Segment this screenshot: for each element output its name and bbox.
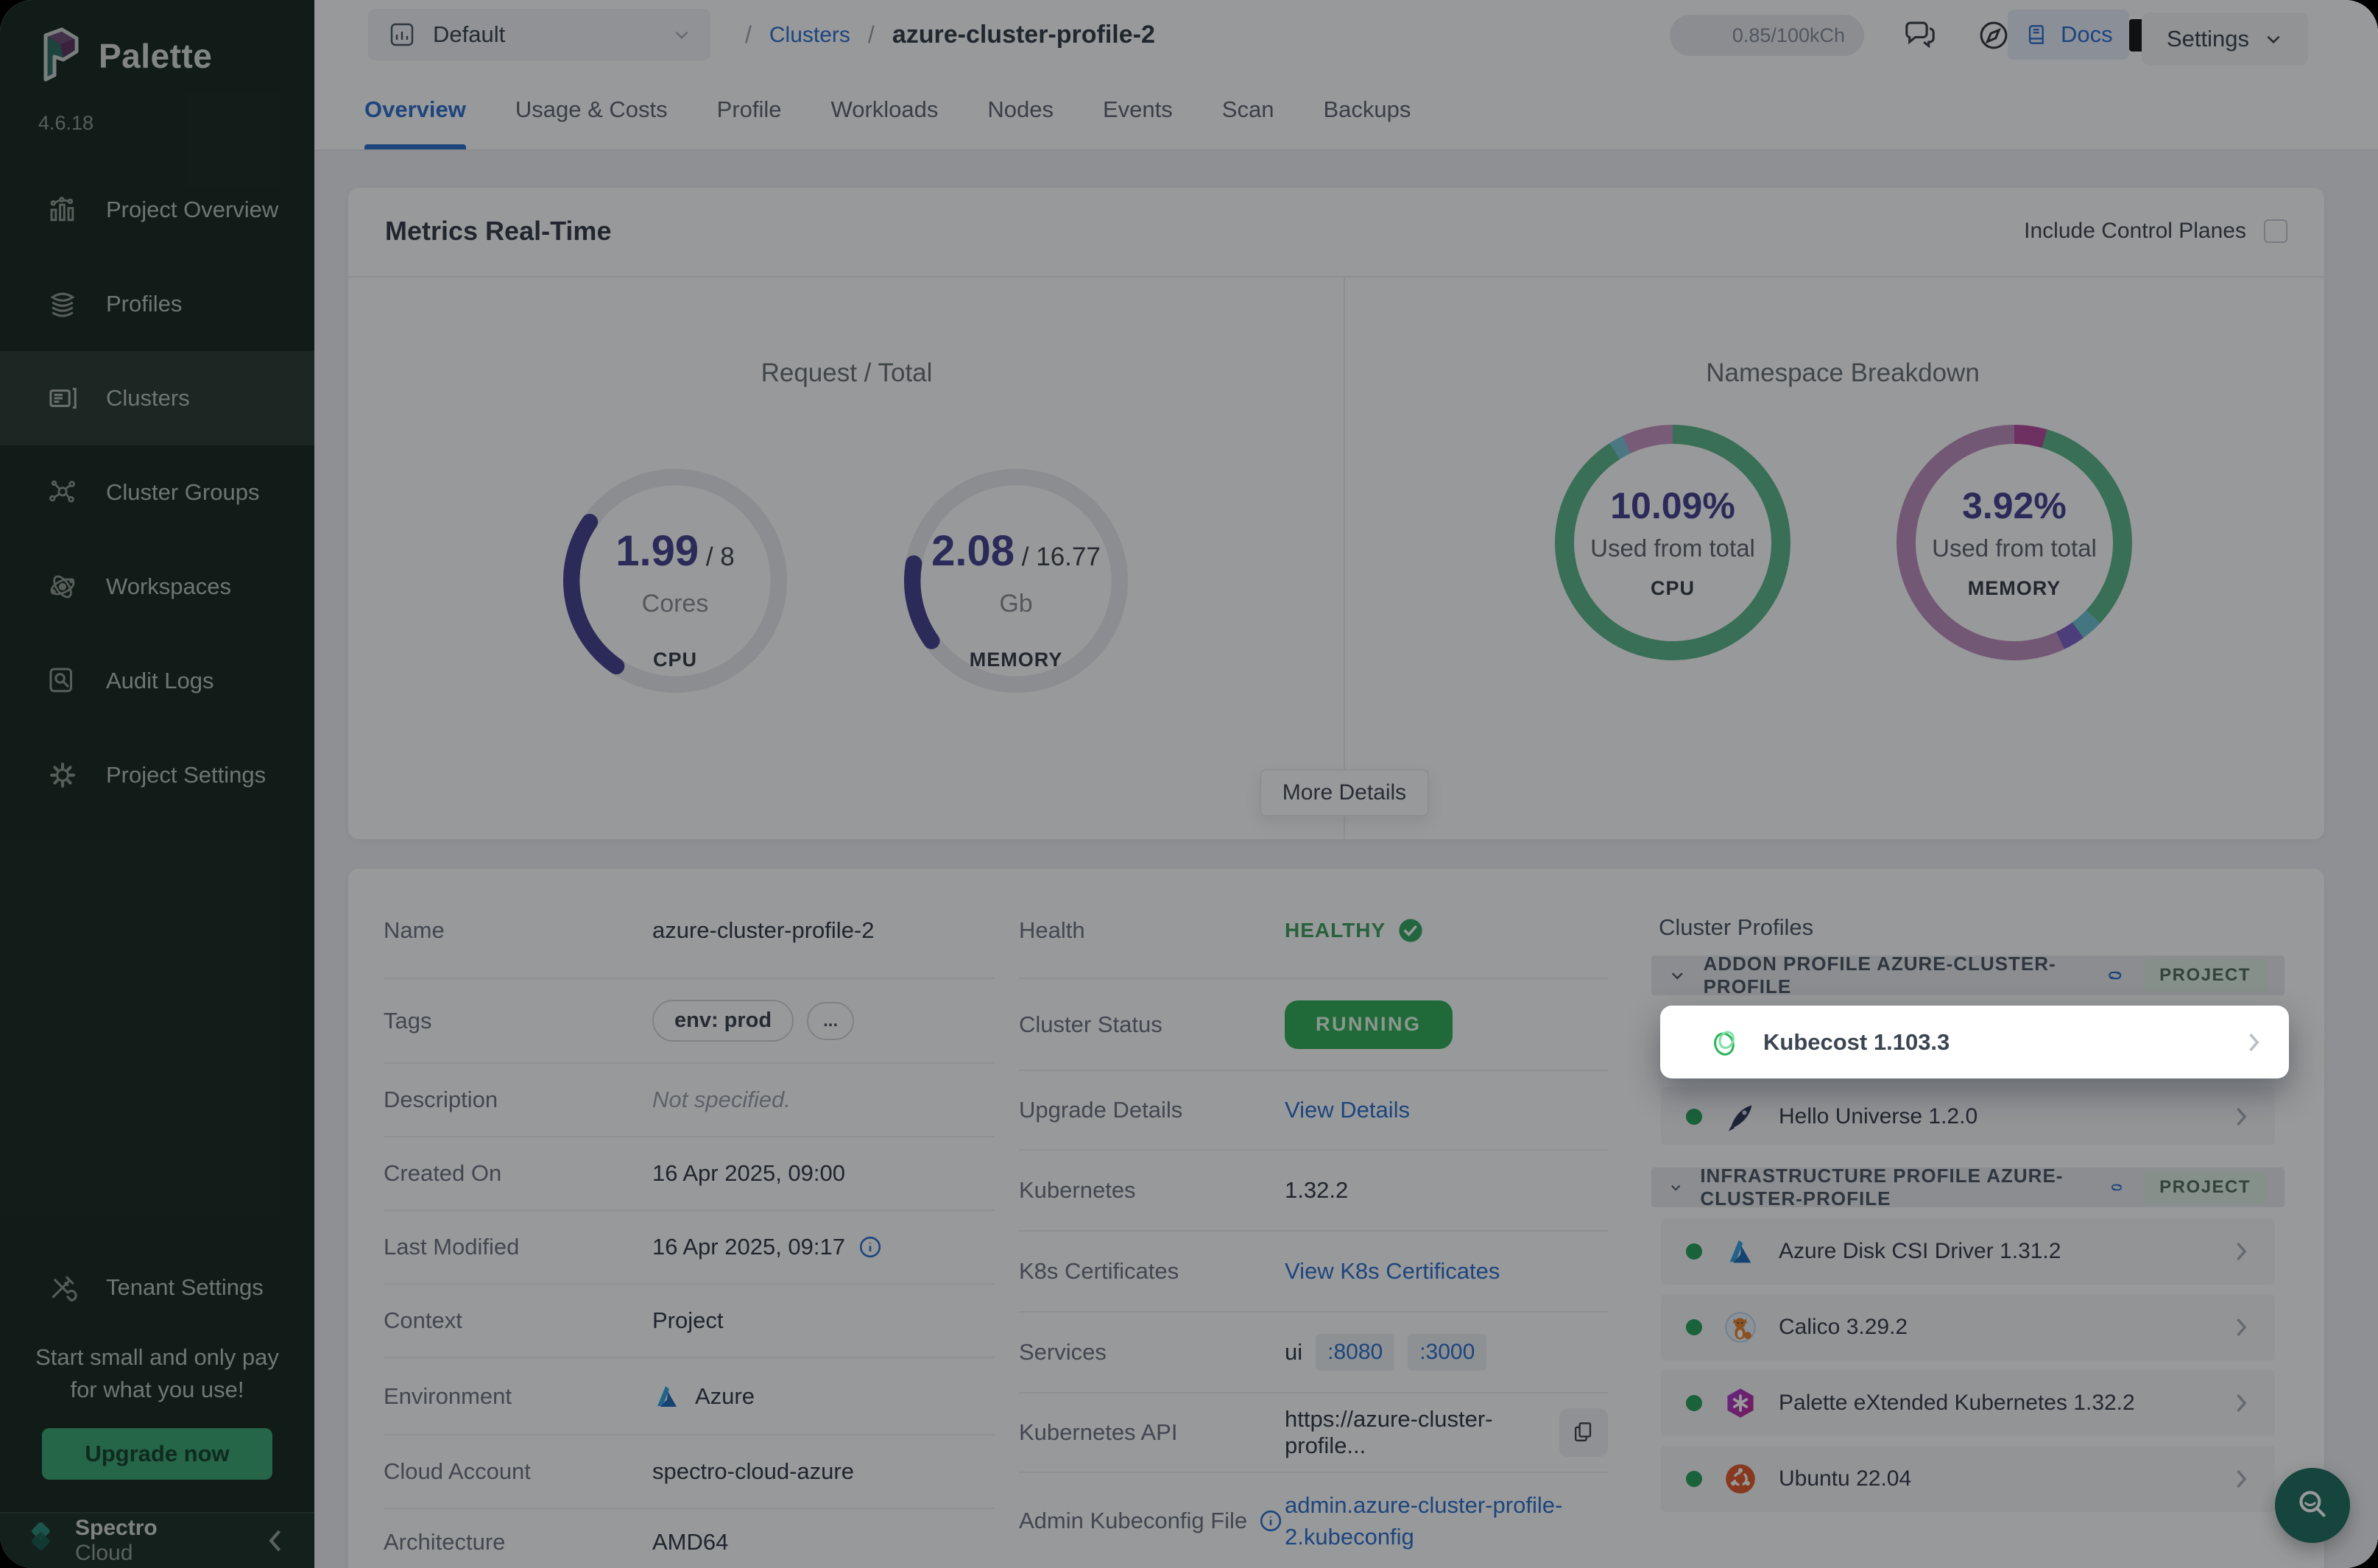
chevron-right-icon <box>2246 1031 2262 1053</box>
profile-item-name: Kubecost 1.103.3 <box>1763 1029 1950 1056</box>
app-root: Palette 4.6.18 Project Overview Profiles… <box>0 0 2378 1568</box>
dim-overlay <box>0 0 2378 1568</box>
kubecost-icon <box>1709 1026 1741 1059</box>
profile-item-kubecost[interactable]: Kubecost 1.103.3 <box>1660 1006 2289 1078</box>
